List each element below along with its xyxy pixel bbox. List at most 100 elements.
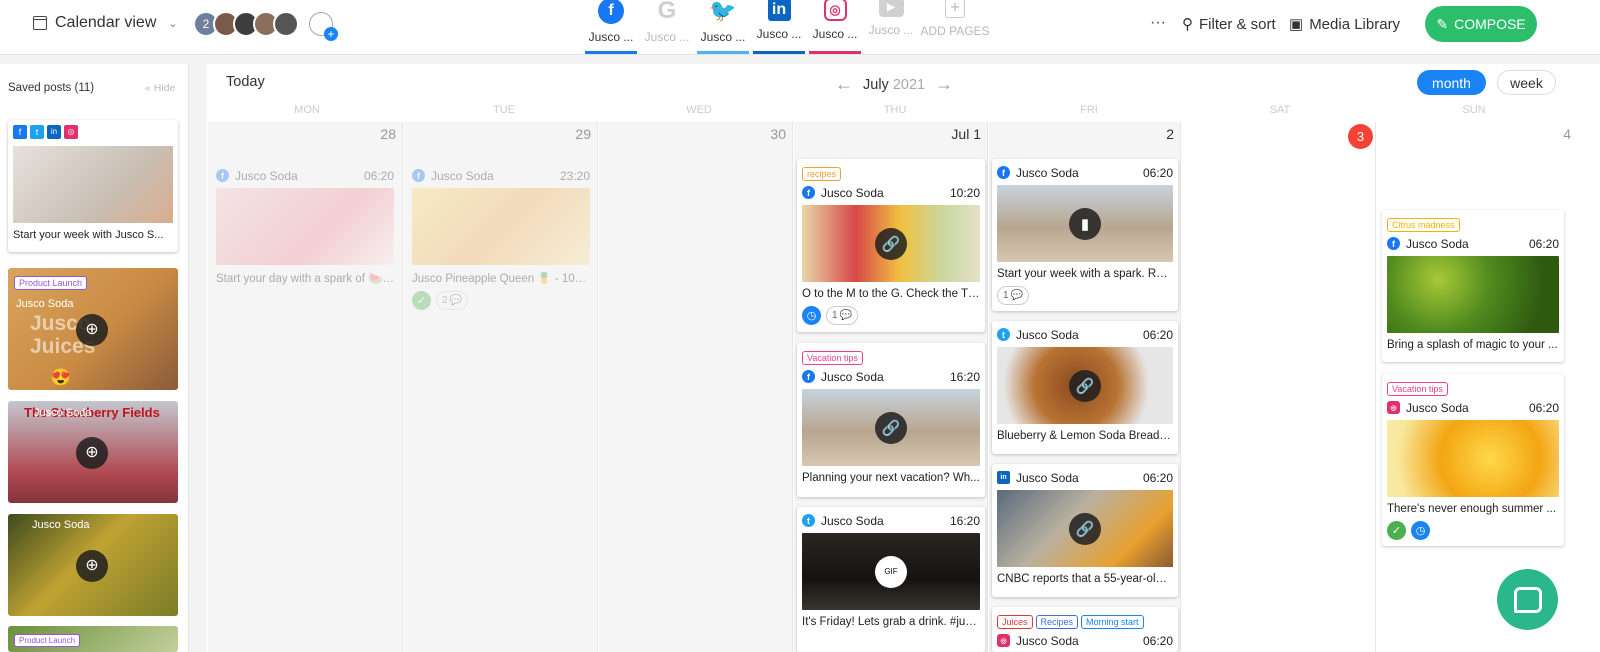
post-time: 23:20 (559, 168, 590, 183)
day-number: 30 (770, 126, 786, 142)
weekday-label: FRI (1080, 104, 1098, 116)
media-library-button[interactable]: ▣ Media Library (1289, 15, 1400, 34)
day-cell[interactable]: 3 (1182, 122, 1376, 652)
avatar[interactable] (273, 11, 299, 37)
post-time: 06:20 (1142, 327, 1173, 342)
tab-label: Jusco ... (756, 27, 802, 41)
post-image: 🔗 (802, 205, 980, 282)
tab-label: Jusco ... (644, 30, 690, 44)
compose-button[interactable]: ✎ COMPOSE (1425, 6, 1537, 42)
post-card[interactable]: t Jusco Soda 06:20 🔗 Blueberry & Lemon Sod… (992, 321, 1178, 454)
day-cell[interactable]: Jul 1 recipes f Jusco Soda 10:20 🔗 O to th… (794, 122, 988, 652)
tab-active-indicator (697, 51, 749, 54)
post-time: 16:20 (949, 513, 980, 528)
tab-linkedin[interactable]: in Jusco ... (751, 0, 807, 54)
instagram-icon: ◎ (823, 0, 847, 21)
account-name: Jusco Soda (1016, 633, 1079, 648)
day-cell[interactable]: 30 (599, 122, 793, 652)
week-view-button[interactable]: week (1497, 70, 1556, 95)
weekday-label: TUE (493, 104, 515, 116)
next-month-arrow-icon[interactable]: → (935, 74, 953, 95)
day-number: Jul 1 (951, 126, 981, 142)
tab-instagram[interactable]: ◎ Jusco ... (807, 0, 863, 54)
account-name: Jusco Soda (821, 513, 884, 528)
tab-label: Jusco ... (812, 27, 858, 41)
comments-count[interactable]: 1 💬 (997, 286, 1030, 305)
post-card[interactable]: f Jusco Soda 23:20 Jusco Pineapple Queen 🍍… (407, 162, 595, 314)
day-number: 4 (1563, 126, 1571, 142)
facebook-icon: f (802, 186, 815, 199)
linkedin-icon: in (997, 471, 1010, 484)
post-card[interactable]: Citrus madness f Jusco Soda 06:20 Bring a … (1382, 210, 1564, 362)
image-icon: ▣ (1289, 16, 1304, 33)
post-card[interactable]: in Jusco Soda 06:20 🔗 CNBC reports that a … (992, 464, 1178, 597)
filter-icon: ⚲ (1182, 16, 1193, 33)
more-options-button[interactable]: ··· (1150, 14, 1166, 32)
comments-number: 1 (832, 310, 838, 321)
post-time: 06:20 (1142, 470, 1173, 485)
add-pages-button[interactable]: + ADD PAGES (919, 0, 991, 54)
today-button[interactable]: Today (226, 74, 265, 90)
post-card[interactable]: f Jusco Soda 06:20 Start your day with a s… (211, 162, 399, 289)
previous-month-arrow-icon[interactable]: ← (835, 74, 853, 95)
tab-label: Jusco ... (588, 30, 634, 44)
team-avatars[interactable]: 2 (193, 11, 338, 41)
post-image: ▮ (997, 185, 1173, 262)
weekday-label: MON (294, 104, 320, 116)
post-card[interactable]: recipes f Jusco Soda 10:20 🔗 O to the M to… (797, 159, 985, 332)
tab-active-indicator (585, 51, 637, 54)
day-cell[interactable]: 2 f Jusco Soda 06:20 ▮ Start your week wit… (989, 122, 1181, 652)
month-label: July (863, 76, 889, 93)
comments-count[interactable]: 2 💬 (436, 291, 469, 310)
weekday-label: SAT (1269, 104, 1291, 116)
add-user-icon[interactable] (309, 12, 338, 41)
calendar-view-label: Calendar view (55, 14, 157, 31)
account-name: Jusco Soda (821, 369, 884, 384)
post-image: 🔗 (802, 389, 980, 466)
filter-sort-button[interactable]: ⚲ Filter & sort (1182, 15, 1276, 34)
tab-label: Jusco ... (868, 23, 914, 37)
tab-google[interactable]: G Jusco ... (639, 0, 695, 54)
saved-post-card[interactable]: Product Launch (8, 626, 178, 652)
tab-twitter[interactable]: 🐦 Jusco ... (695, 0, 751, 54)
post-image (216, 188, 394, 265)
drag-move-icon[interactable]: ⊕ (76, 550, 108, 582)
saved-post-card[interactable]: Jusco Soda ⊕ (8, 514, 178, 616)
tab-facebook[interactable]: f Jusco ... (583, 0, 639, 54)
day-cell[interactable]: 4 Citrus madness f Jusco Soda 06:20 Bring … (1377, 122, 1597, 652)
drag-move-icon[interactable]: ⊕ (76, 314, 108, 346)
help-chat-button[interactable] (1497, 569, 1558, 630)
account-name: Jusco Soda (821, 185, 884, 200)
month-view-button[interactable]: month (1417, 70, 1486, 95)
tab-youtube[interactable]: ▶ Jusco ... (863, 0, 919, 54)
post-card[interactable]: f Jusco Soda 06:20 ▮ Start your week with … (992, 159, 1178, 311)
calendar-view-dropdown[interactable]: Calendar view ⌄ (33, 14, 178, 32)
facebook-icon: f (802, 370, 815, 383)
post-card[interactable]: Vacation tips ◎ Jusco Soda 06:20 There's n… (1382, 374, 1564, 546)
post-card[interactable]: Vacation tips f Jusco Soda 16:20 🔗 Plannin… (797, 343, 985, 497)
add-pages-icon: + (945, 0, 965, 18)
post-time: 06:20 (1142, 633, 1173, 648)
post-time: 06:20 (1528, 400, 1559, 415)
hide-label: Hide (153, 82, 176, 94)
image-emoji: 😍 (50, 368, 72, 387)
saved-post-card[interactable]: The Strawberry Fields Jusco Soda ⊕ (8, 401, 178, 503)
post-card[interactable]: Juices Recipes Morning start ◎ Jusco Soda 06… (992, 607, 1178, 652)
tab-active-indicator (809, 51, 861, 54)
account-name: Jusco Soda (1406, 236, 1469, 251)
drag-move-icon[interactable]: ⊕ (76, 437, 108, 469)
day-cell[interactable]: 29 f Jusco Soda 23:20 Jusco Pineapple Quee… (404, 122, 598, 652)
post-caption: Blueberry & Lemon Soda Bread –... (997, 430, 1173, 442)
scheduled-clock-icon: ◷ (1411, 521, 1430, 540)
saved-post-card[interactable]: f t in ◎ Start your week with Jusco S... (8, 120, 178, 252)
comments-count[interactable]: 1 💬 (826, 306, 859, 325)
post-card[interactable]: t Jusco Soda 16:20 GIF It's Friday! Lets g… (797, 507, 985, 652)
post-image: 🔗 (997, 490, 1173, 567)
hide-sidebar-button[interactable]: « Hide (145, 82, 175, 94)
day-cell[interactable]: 28 f Jusco Soda 06:20 Start your day with … (208, 122, 403, 652)
saved-post-card[interactable]: Product Launch Jusco Soda Jusco Juices 😍… (8, 268, 178, 390)
compose-label: COMPOSE (1454, 16, 1526, 32)
facebook-icon: f (216, 169, 229, 182)
post-caption: Bring a splash of magic to your ... (1387, 339, 1558, 351)
account-name: Jusco Soda (1016, 165, 1079, 180)
